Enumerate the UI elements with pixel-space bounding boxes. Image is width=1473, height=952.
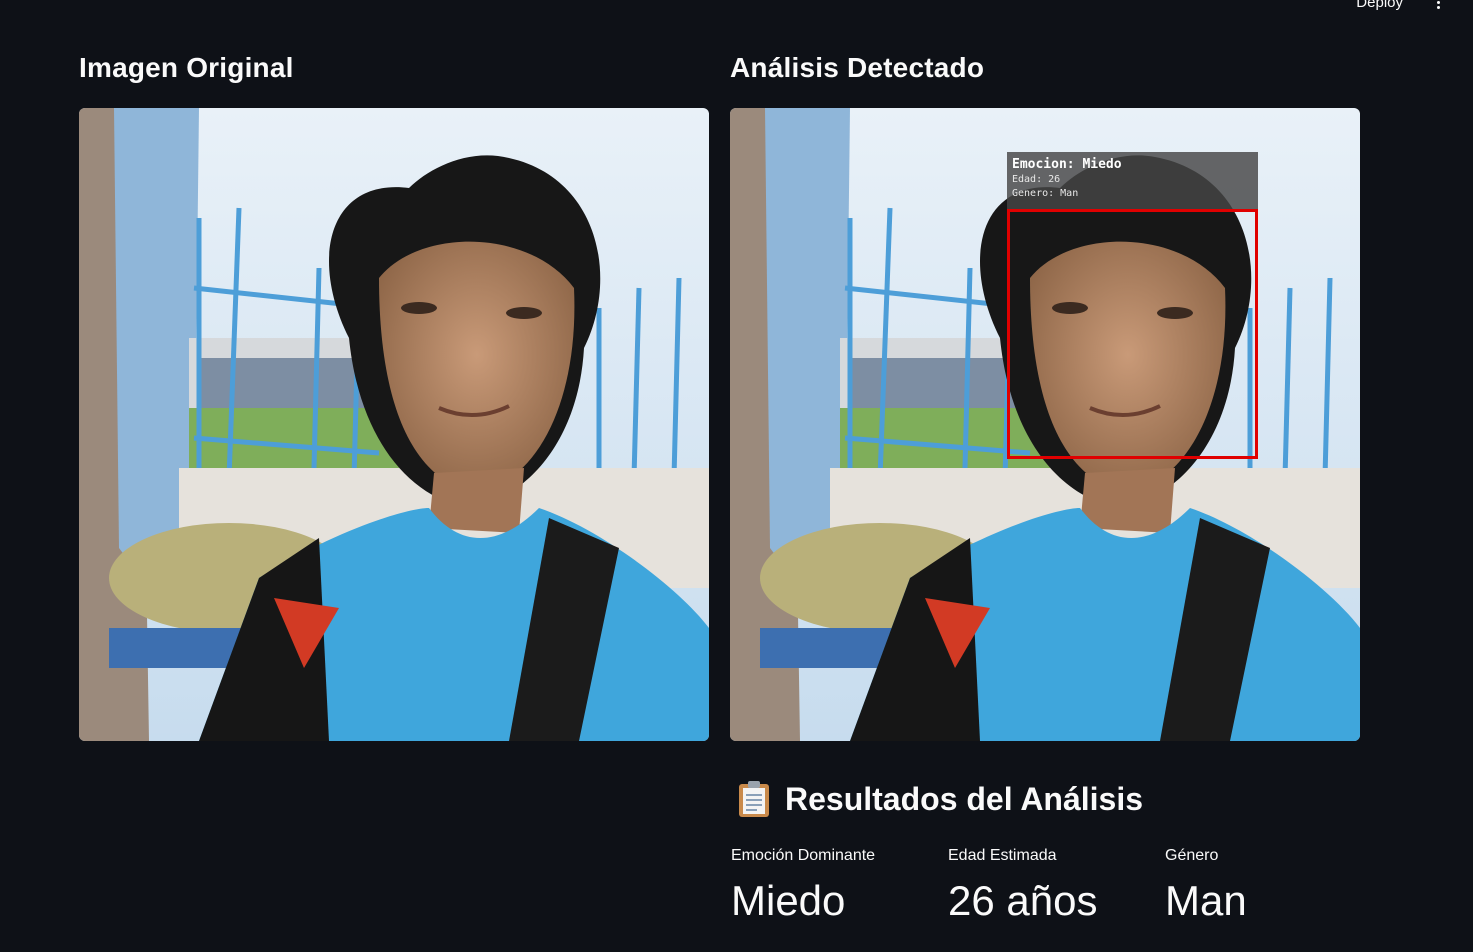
metric-label: Edad Estimada [948,847,1057,864]
metric-value: 26 años [948,877,1098,924]
gender-overlay-text: Genero: Man [1012,188,1079,199]
metric-label: Emoción Dominante [731,847,876,864]
original-image-title: Imagen Original [79,52,294,83]
metric-value: Man [1165,877,1247,924]
metric-emotion: Emoción Dominante Miedo [731,846,875,924]
analyzed-image: Emocion: Miedo Edad: 26 Genero: Man [730,108,1360,741]
results-heading: Resultados del Análisis [737,780,1143,818]
emotion-overlay-text: Emocion: Miedo [1012,157,1122,172]
top-toolbar: Deploy [0,0,1473,20]
kebab-vertical-icon[interactable] [1435,0,1441,10]
original-image [79,108,709,741]
detected-analysis-title: Análisis Detectado [730,52,985,83]
face-detection-label: Emocion: Miedo Edad: 26 Genero: Man [1007,152,1258,209]
metric-age: Edad Estimada 26 años [948,846,1097,924]
metric-gender: Género Man [1165,846,1247,924]
face-bounding-box [1007,209,1258,459]
metric-value: Miedo [731,877,846,924]
age-overlay-text: Edad: 26 [1012,174,1061,185]
deploy-button[interactable]: Deploy [1356,0,1403,11]
clipboard-icon [739,781,769,817]
results-title: Resultados del Análisis [785,780,1144,817]
metric-label: Género [1165,847,1219,864]
